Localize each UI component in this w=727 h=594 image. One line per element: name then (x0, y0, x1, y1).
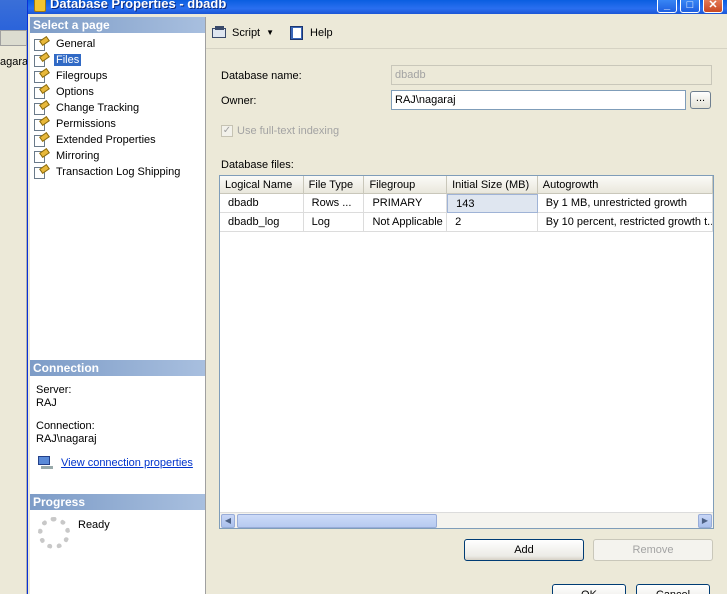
page-item-label: Files (54, 54, 82, 66)
page-item-change-tracking[interactable]: Change Tracking (30, 99, 205, 116)
cell-file-type[interactable]: Rows ... (304, 194, 365, 213)
view-connection-properties-link[interactable]: View connection properties (61, 457, 193, 469)
page-item-options[interactable]: Options (30, 83, 205, 100)
database-name-label: Database name: (221, 70, 302, 82)
database-icon (34, 0, 46, 12)
column-header-logical-name[interactable]: Logical Name (220, 176, 304, 194)
page-wrench-icon (34, 83, 50, 99)
fulltext-label: Use full-text indexing (237, 125, 340, 137)
toolbar: Script ▼ Help (206, 17, 727, 49)
page-list: General Files Filegroups Options Change … (30, 35, 205, 180)
background-app-button[interactable] (0, 30, 27, 46)
window-titlebar[interactable]: Database Properties - dbadb _ □ ✕ (28, 0, 727, 14)
page-item-general[interactable]: General (30, 35, 205, 52)
select-page-header: Select a page (30, 17, 205, 33)
scroll-left-icon[interactable]: ◀ (221, 514, 235, 528)
page-wrench-icon (34, 67, 50, 83)
database-files-label: Database files: (221, 159, 294, 171)
browse-owner-button[interactable]: ... (690, 91, 711, 109)
page-item-label: Transaction Log Shipping (56, 166, 181, 178)
cell-autogrowth[interactable]: By 10 percent, restricted growth t... (538, 213, 713, 232)
ok-button[interactable]: OK (552, 584, 626, 594)
scroll-thumb[interactable] (237, 514, 437, 528)
view-connection-properties[interactable]: View connection properties (38, 456, 193, 469)
table-row[interactable]: dbadb_log Log Not Applicable 2 By 10 per… (220, 213, 713, 232)
page-item-mirroring[interactable]: Mirroring (30, 147, 205, 164)
add-button[interactable]: Add (464, 539, 584, 561)
horizontal-scrollbar[interactable]: ◀ ▶ (220, 512, 713, 528)
page-wrench-icon (34, 115, 50, 131)
page-item-label: Options (56, 86, 94, 98)
minimize-button[interactable]: _ (657, 0, 677, 13)
column-header-initial-size[interactable]: Initial Size (MB) (447, 176, 538, 194)
page-item-label: Mirroring (56, 150, 100, 162)
script-label: Script (232, 26, 261, 39)
cell-file-type[interactable]: Log (304, 213, 365, 232)
column-header-filegroup[interactable]: Filegroup (364, 176, 448, 194)
page-item-files[interactable]: Files (30, 51, 205, 68)
page-item-label: General (56, 38, 96, 50)
script-button[interactable]: Script ▼ (212, 23, 280, 43)
window-title: Database Properties - dbadb (50, 0, 227, 11)
page-item-label: Extended Properties (56, 134, 156, 146)
cell-logical-name[interactable]: dbadb_log (220, 213, 304, 232)
content-panel: Script ▼ Help Database name: dbadb Owner… (205, 17, 727, 594)
progress-header: Progress (30, 494, 205, 510)
background-app-strip: agara (0, 0, 29, 594)
cancel-button[interactable]: Cancel (636, 584, 710, 594)
progress-spinner-icon (38, 517, 70, 549)
database-name-field: dbadb (391, 65, 712, 85)
maximize-button[interactable]: □ (680, 0, 700, 13)
progress-status: Ready (78, 519, 110, 531)
grid-header: Logical Name File Type Filegroup Initial… (220, 176, 713, 194)
column-header-autogrowth[interactable]: Autogrowth (538, 176, 713, 194)
page-wrench-icon (34, 131, 50, 147)
cell-filegroup[interactable]: PRIMARY (364, 194, 448, 213)
database-properties-window: Database Properties - dbadb _ □ ✕ Select… (27, 0, 727, 594)
page-item-extended-properties[interactable]: Extended Properties (30, 131, 205, 148)
cell-initial-size[interactable]: 143 (447, 194, 538, 213)
page-wrench-icon (34, 163, 50, 179)
cell-logical-name[interactable]: dbadb (220, 194, 304, 213)
script-icon (212, 25, 228, 40)
connection-label: Connection: (36, 420, 95, 432)
page-item-label: Permissions (56, 118, 116, 130)
connection-value: RAJ\nagaraj (36, 433, 97, 445)
help-book-icon (290, 25, 306, 40)
cell-autogrowth[interactable]: By 1 MB, unrestricted growth (538, 194, 713, 213)
scroll-right-icon[interactable]: ▶ (698, 514, 712, 528)
progress-area: Ready (38, 517, 110, 549)
fulltext-checkbox: ✓ (221, 125, 233, 137)
page-wrench-icon (34, 35, 50, 51)
page-wrench-icon (34, 51, 50, 67)
connection-info: Server: RAJ Connection: RAJ\nagaraj (36, 384, 201, 446)
dropdown-arrow-icon[interactable]: ▼ (266, 28, 274, 37)
cell-filegroup[interactable]: Not Applicable (364, 213, 448, 232)
database-files-grid: Logical Name File Type Filegroup Initial… (219, 175, 714, 529)
owner-label: Owner: (221, 95, 257, 107)
page-wrench-icon (34, 147, 50, 163)
connection-header: Connection (30, 360, 205, 376)
background-app-text: agara (0, 56, 29, 68)
table-row[interactable]: dbadb Rows ... PRIMARY 143 By 1 MB, unre… (220, 194, 713, 213)
page-item-label: Change Tracking (56, 102, 140, 114)
column-header-file-type[interactable]: File Type (304, 176, 365, 194)
left-panel: Select a page General Files Filegroups O… (30, 17, 205, 594)
page-wrench-icon (34, 99, 50, 115)
close-button[interactable]: ✕ (703, 0, 723, 13)
server-value: RAJ (36, 397, 57, 409)
page-item-filegroups[interactable]: Filegroups (30, 67, 205, 84)
page-item-label: Filegroups (56, 70, 108, 82)
server-label: Server: (36, 384, 72, 396)
connection-properties-icon (38, 456, 54, 469)
page-item-permissions[interactable]: Permissions (30, 115, 205, 132)
cell-initial-size[interactable]: 2 (447, 213, 538, 232)
help-label: Help (310, 26, 333, 39)
page-item-transaction-log-shipping[interactable]: Transaction Log Shipping (30, 163, 205, 180)
help-button[interactable]: Help (290, 23, 333, 43)
remove-button: Remove (593, 539, 713, 561)
owner-field[interactable]: RAJ\nagaraj (391, 90, 686, 110)
